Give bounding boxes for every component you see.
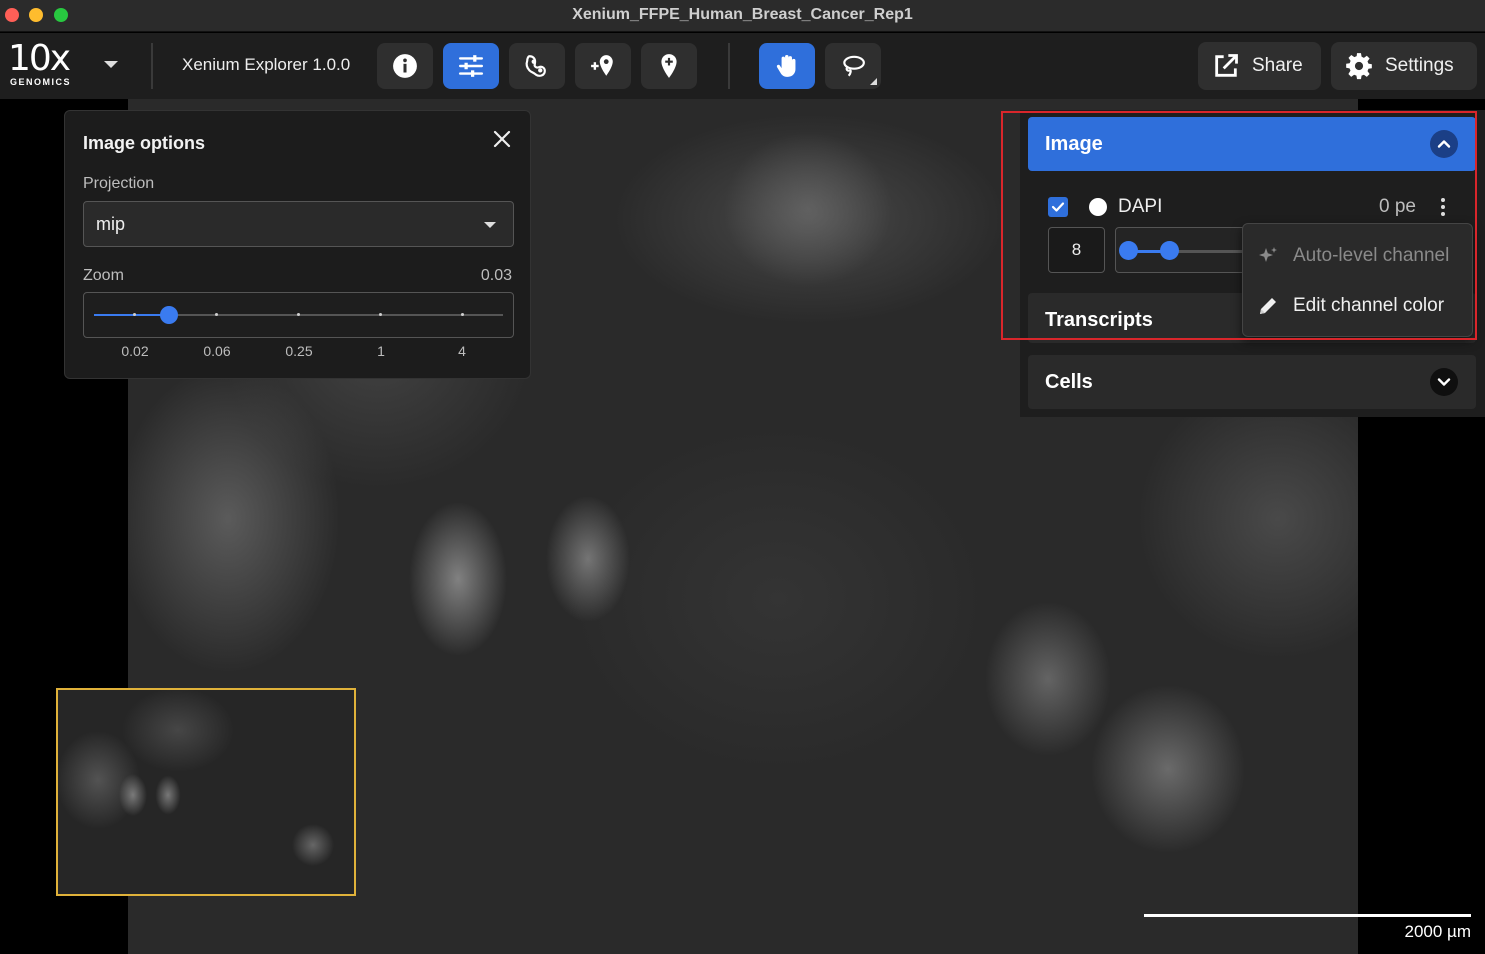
zoom-tick-mark (215, 313, 218, 316)
range-max-thumb[interactable] (1160, 241, 1179, 260)
zoom-tick-mark (297, 313, 300, 316)
dapi-channel-checkbox[interactable] (1048, 197, 1068, 217)
projection-select[interactable]: mip (83, 201, 514, 247)
cells-icon (525, 55, 546, 77)
info-button[interactable] (377, 43, 433, 89)
zoom-slider[interactable] (83, 292, 514, 338)
edit-channel-color-item[interactable]: Edit channel color (1243, 282, 1474, 330)
image-options-panel: Image options Projection mip Zoom 0.03 0… (64, 110, 531, 379)
zoom-tick-mark (133, 313, 136, 316)
marker-button[interactable] (641, 43, 697, 89)
logo-subtext: GENOMICS (10, 77, 72, 87)
cells-section-label: Cells (1045, 371, 1093, 393)
window-titlebar: Xenium_FFPE_Human_Breast_Cancer_Rep1 (0, 0, 1485, 32)
checkmark-icon (1051, 202, 1065, 212)
channel-name: DAPI (1118, 196, 1163, 217)
collapse-image-button[interactable] (1430, 130, 1458, 158)
range-min-thumb[interactable] (1119, 241, 1138, 260)
channel-context-menu: Auto-level channel Edit channel color (1242, 223, 1473, 337)
pan-tool-button[interactable] (759, 43, 815, 89)
toolbar-divider (151, 43, 153, 89)
channel-color-swatch[interactable] (1089, 198, 1107, 216)
share-icon (1215, 54, 1238, 77)
chevron-down-icon (1437, 378, 1451, 386)
share-label: Share (1252, 55, 1303, 76)
channel-more-options-button[interactable] (1438, 196, 1448, 218)
cells-section-header[interactable]: Cells (1028, 355, 1476, 409)
scale-bar (1144, 914, 1471, 917)
kebab-dot-icon (1441, 205, 1445, 209)
settings-button[interactable]: Settings (1331, 42, 1477, 90)
lasso-tool-button[interactable] (825, 43, 881, 89)
auto-level-channel-item[interactable]: Auto-level channel (1243, 232, 1474, 280)
zoom-tick-label: 0.25 (285, 343, 313, 359)
image-section-header[interactable]: Image (1028, 117, 1476, 171)
zoom-value: 0.03 (480, 267, 512, 284)
share-button[interactable]: Share (1198, 42, 1321, 90)
window-title: Xenium_FFPE_Human_Breast_Cancer_Rep1 (572, 6, 913, 23)
zoom-slider-thumb[interactable] (160, 306, 178, 324)
sliders-icon (458, 55, 484, 77)
chevron-down-icon (484, 222, 496, 228)
pin-plus-icon (591, 55, 613, 76)
channel-min-input[interactable]: 8 (1048, 227, 1105, 273)
settings-label: Settings (1385, 55, 1454, 76)
auto-level-label: Auto-level channel (1293, 245, 1450, 266)
gear-icon (1346, 53, 1372, 80)
lasso-icon (843, 55, 865, 77)
scale-bar-label: 2000 µm (1404, 922, 1472, 941)
transcripts-section-label: Transcripts (1045, 309, 1153, 331)
image-section-label: Image (1045, 133, 1103, 155)
cell-segmentation-button[interactable] (509, 43, 565, 89)
close-icon[interactable] (492, 129, 512, 149)
hand-icon (776, 55, 796, 77)
projection-label: Projection (83, 175, 155, 192)
channel-value: 0 pe (1379, 196, 1416, 217)
kebab-dot-icon (1441, 212, 1445, 216)
pencil-icon (1260, 298, 1276, 314)
zoom-tick-mark (379, 313, 382, 316)
zoom-tick-label: 0.06 (203, 343, 231, 359)
add-location-button[interactable] (575, 43, 631, 89)
zoom-tick-label: 1 (377, 343, 385, 359)
app-version: Xenium Explorer 1.0.0 (182, 55, 351, 74)
sparkle-icon (1259, 247, 1277, 262)
logo-text: 10x (8, 38, 71, 79)
overview-minimap[interactable] (56, 688, 356, 896)
channel-range-slider[interactable] (1115, 227, 1255, 273)
zoom-slider-fill (94, 314, 169, 316)
expand-cells-button[interactable] (1430, 368, 1458, 396)
chevron-up-icon (1437, 140, 1451, 148)
image-options-button[interactable] (443, 43, 499, 89)
10x-genomics-logo[interactable]: 10x GENOMICS (8, 41, 78, 89)
tissue-image-region (530, 99, 1090, 399)
panel-title: Image options (83, 133, 206, 153)
zoom-tick-label: 4 (458, 343, 466, 359)
toolbar-divider (728, 43, 730, 89)
zoom-label: Zoom (83, 267, 124, 284)
pin-icon (661, 54, 677, 78)
zoom-tick-mark (461, 313, 464, 316)
edit-color-label: Edit channel color (1293, 295, 1445, 316)
more-options-indicator-icon (870, 78, 877, 85)
zoom-tick-label: 0.02 (121, 343, 149, 359)
toolbar: 10x GENOMICS Xenium Explorer 1.0.0 Share… (0, 33, 1485, 99)
app-menu-caret-icon[interactable] (104, 61, 118, 68)
kebab-dot-icon (1441, 198, 1445, 202)
info-icon (393, 54, 417, 78)
projection-value: mip (96, 214, 126, 234)
